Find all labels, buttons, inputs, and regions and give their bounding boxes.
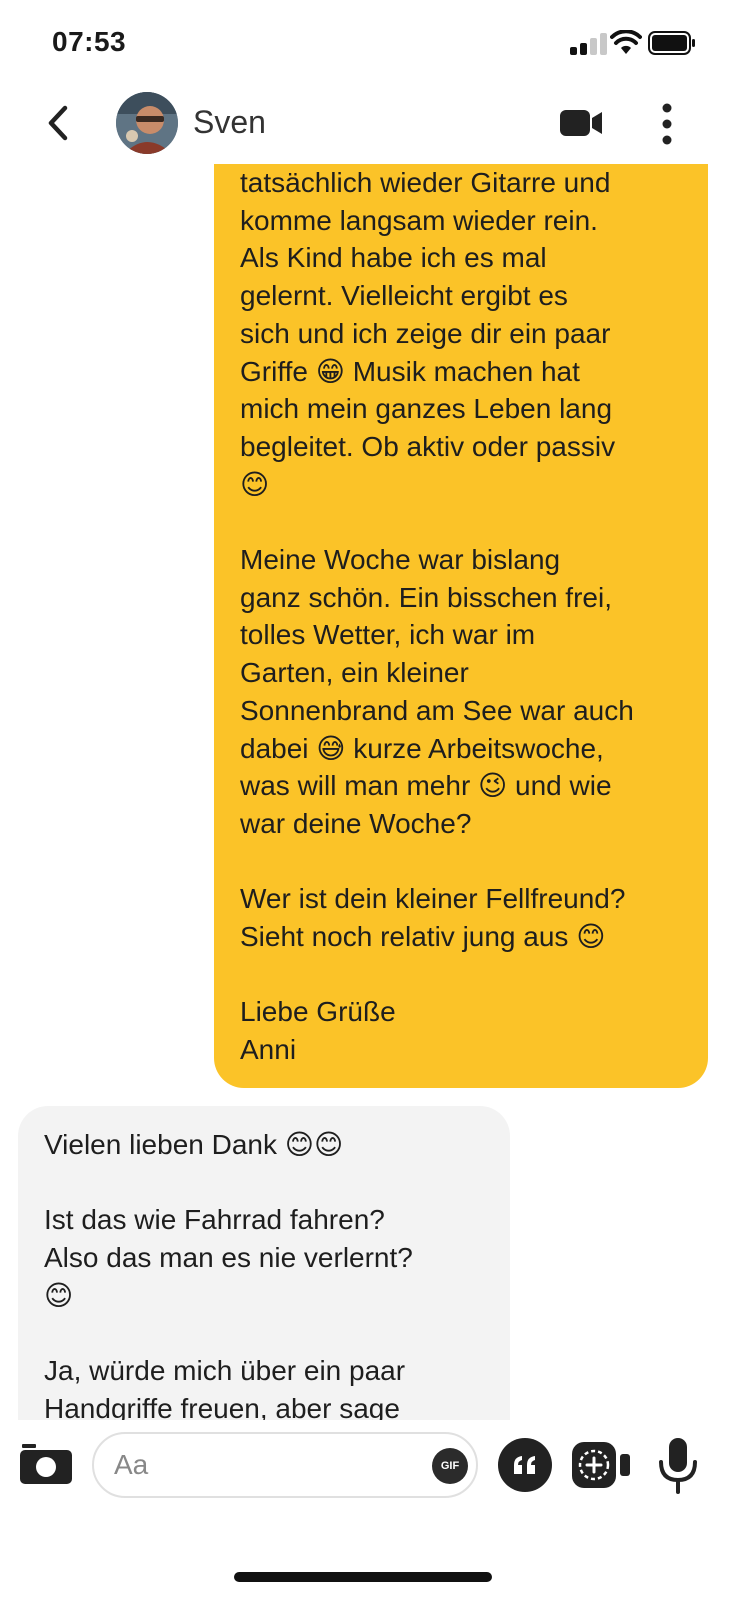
gif-button[interactable]: GIF bbox=[432, 1448, 468, 1484]
message-list[interactable]: tatsächlich wieder Gitarre und komme lan… bbox=[0, 164, 739, 1420]
message-input-wrapper: GIF bbox=[92, 1432, 478, 1498]
outgoing-message[interactable]: tatsächlich wieder Gitarre und komme lan… bbox=[214, 164, 708, 1088]
back-button[interactable] bbox=[38, 102, 78, 144]
wifi-icon bbox=[610, 30, 642, 54]
home-indicator[interactable] bbox=[234, 1572, 492, 1582]
sticker-video-icon bbox=[572, 1442, 630, 1488]
microphone-icon bbox=[659, 1438, 697, 1494]
avatar-image bbox=[116, 92, 178, 154]
sticker-video-button[interactable] bbox=[570, 1438, 634, 1492]
status-bar: 07:53 bbox=[0, 0, 739, 88]
battery-icon bbox=[648, 31, 695, 55]
vertical-dots-icon bbox=[662, 103, 672, 145]
chevron-left-icon bbox=[48, 105, 68, 141]
more-options-button[interactable] bbox=[654, 102, 680, 146]
camera-icon bbox=[20, 1444, 72, 1484]
quote-button[interactable] bbox=[498, 1438, 552, 1492]
chat-header: Sven bbox=[0, 88, 739, 164]
microphone-button[interactable] bbox=[656, 1436, 700, 1496]
quote-icon bbox=[514, 1456, 535, 1474]
video-call-button[interactable] bbox=[558, 106, 606, 140]
input-bar: GIF bbox=[0, 1420, 739, 1530]
avatar[interactable] bbox=[116, 92, 178, 154]
status-time: 07:53 bbox=[52, 26, 127, 57]
video-camera-icon bbox=[560, 110, 602, 136]
message-input[interactable] bbox=[114, 1444, 414, 1486]
contact-name[interactable]: Sven bbox=[193, 104, 266, 141]
camera-button[interactable] bbox=[18, 1442, 74, 1486]
signal-icon bbox=[570, 33, 607, 55]
incoming-message[interactable]: Vielen lieben Dank 😊😊 Ist das wie Fahrra… bbox=[18, 1106, 510, 1420]
